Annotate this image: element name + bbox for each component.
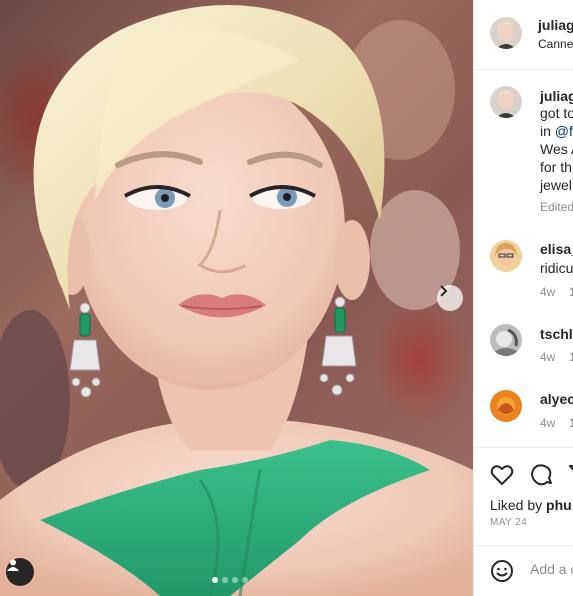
comment-meta: 4w1 (540, 416, 573, 430)
liked-by-user[interactable]: phu (546, 497, 572, 513)
post-location[interactable]: Canne (538, 37, 573, 51)
caption-line: Wes A (540, 141, 573, 157)
post-date[interactable]: MAY 24 (490, 517, 527, 528)
edited-label: Edited (540, 200, 573, 214)
caption-line: for th (540, 159, 572, 175)
caption-mention[interactable]: @f (555, 123, 573, 139)
add-comment-input[interactable] (530, 561, 573, 577)
caption-author-avatar[interactable] (490, 86, 522, 118)
comment-icon (531, 464, 552, 486)
add-comment-row (474, 547, 573, 596)
chevron-right-icon (440, 285, 448, 297)
post-side-panel: juliag Canne juliag got to in @f Wes A f… (473, 0, 573, 596)
comment-meta: 4w1 (540, 350, 573, 364)
author-avatar[interactable] (490, 17, 522, 49)
caption-username[interactable]: juliag (540, 88, 573, 104)
emoji-icon (491, 560, 513, 582)
author-username[interactable]: juliag (538, 17, 573, 33)
share-button[interactable] (568, 463, 573, 492)
commenter-avatar[interactable] (490, 324, 522, 356)
liked-by: Liked by phu (490, 497, 572, 513)
user-tag-button[interactable] (6, 558, 34, 586)
user-tag-icon (7, 559, 19, 571)
carousel-dot (222, 577, 228, 583)
post-actions: Liked by phu MAY 24 (474, 447, 573, 546)
post-photo[interactable] (0, 0, 473, 596)
comment-username[interactable]: elisa_ (540, 241, 573, 257)
emoji-button[interactable] (490, 559, 514, 588)
heart-icon (490, 465, 514, 485)
caption-line: got to (540, 105, 573, 121)
carousel-next-button[interactable] (437, 285, 463, 311)
comment-button[interactable] (530, 463, 554, 492)
comment-text: ridicu (540, 260, 573, 276)
caption-line: in @f (540, 123, 573, 139)
commenter-avatar[interactable] (490, 240, 522, 272)
like-button[interactable] (490, 463, 514, 492)
carousel-dot (232, 577, 238, 583)
caption-line: jewel (540, 177, 572, 193)
portrait-illustration (0, 5, 473, 596)
carousel-dot (242, 577, 248, 583)
post-header: juliag Canne (474, 0, 573, 70)
carousel-indicator (212, 577, 248, 583)
comment-username[interactable]: tschl (540, 326, 573, 342)
commenter-avatar[interactable] (490, 390, 522, 422)
comment-meta: 4w1 (540, 285, 573, 299)
comment-username[interactable]: alyec (540, 391, 573, 407)
carousel-dot-active (212, 577, 218, 583)
share-icon (569, 465, 573, 471)
